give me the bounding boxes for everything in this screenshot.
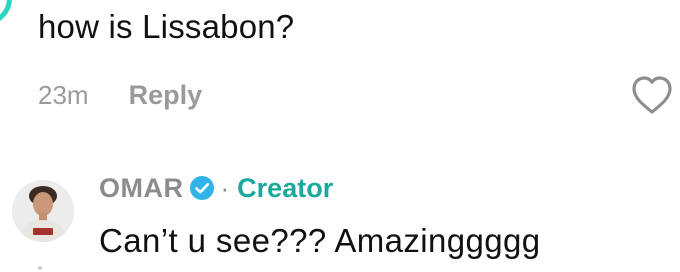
comment-meta: 23m Reply	[38, 78, 202, 112]
separator-dot: ·	[220, 172, 230, 203]
avatar-photo	[12, 180, 74, 242]
comment-text: how is Lissabon?	[38, 8, 295, 45]
like-button[interactable]	[630, 74, 674, 116]
heart-outline-icon	[632, 76, 672, 114]
comment-thread: how is Lissabon? 23m Reply OMAR · Creato…	[0, 0, 680, 272]
reply-button[interactable]: Reply	[129, 80, 203, 111]
reply-avatar[interactable]	[12, 180, 74, 242]
comment-timestamp: 23m	[38, 79, 89, 110]
verified-badge-icon	[189, 175, 215, 201]
parent-avatar[interactable]	[0, 0, 12, 26]
reply-header: OMAR · Creator	[99, 170, 333, 206]
creator-badge: Creator	[237, 172, 334, 203]
thread-line-dot	[38, 266, 42, 270]
reply-username[interactable]: OMAR	[99, 173, 184, 204]
reply-text: Can’t u see??? Amazinggggg	[99, 222, 541, 259]
